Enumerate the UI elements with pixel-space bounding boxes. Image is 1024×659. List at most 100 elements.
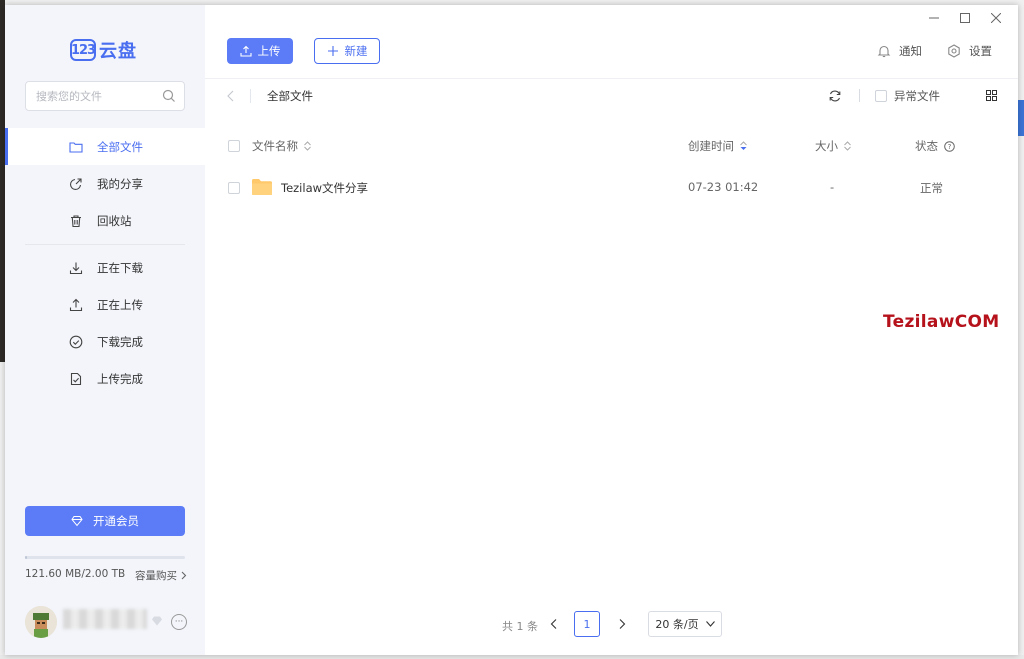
sidebar-item-uploading[interactable]: 正在上传 [5,286,205,323]
upload-button-label: 上传 [257,44,281,58]
sidebar-divider [25,244,185,245]
column-header-label: 文件名称 [252,139,298,153]
chevron-right-icon [181,571,187,580]
sort-icon [844,141,851,151]
folder-icon [69,140,83,154]
column-header-label: 创建时间 [688,139,734,153]
folder-icon [252,178,272,196]
sidebar-nav-transfers: 正在下载 正在上传 下载完成 上传完成 [5,249,205,397]
sidebar-item-downloading[interactable]: 正在下载 [5,249,205,286]
sort-desc-icon [740,141,747,151]
sidebar-item-label: 我的分享 [97,176,143,191]
select-all-checkbox[interactable] [228,140,240,152]
storage-progress-fill [25,556,27,559]
username-redacted [63,609,147,629]
storage-usage-text: 121.60 MB/2.00 TB [25,568,126,580]
sidebar-item-upload-complete[interactable]: 上传完成 [5,360,205,397]
abnormal-files-filter[interactable]: 异常文件 [875,88,940,104]
upload-button[interactable]: 上传 [227,38,293,64]
upload-icon [239,45,252,57]
background-bottom-strip [0,655,1024,659]
gear-icon [947,44,961,58]
buy-storage-link[interactable]: 容量购买 [135,568,187,583]
column-header-created[interactable]: 创建时间 [688,138,747,154]
breadcrumb-divider [250,89,251,103]
chevron-down-icon [705,621,715,627]
search-icon[interactable] [162,89,176,103]
watermark: TezilawCOM [883,312,1000,332]
close-icon[interactable] [989,11,1003,25]
maximize-icon[interactable] [958,11,972,25]
column-header-name[interactable]: 文件名称 [252,138,311,154]
page-size-label: 20 条/页 [655,618,699,631]
chevron-left-icon[interactable] [225,89,237,103]
sort-icon [304,141,311,151]
more-options-icon[interactable]: ··· [171,614,187,630]
vip-button-label: 开通会员 [93,514,139,528]
member-diamond-icon [151,615,163,627]
diamond-icon [71,515,83,527]
notification-label: 通知 [899,44,922,58]
app-logo: 123 云盘 [70,37,137,63]
background-blue-strip [1018,100,1024,136]
sidebar-nav-main: 全部文件 我的分享 回收站 [5,128,205,239]
logo-badge: 123 [70,39,96,61]
new-button-label: 新建 [344,44,368,58]
settings-label: 设置 [969,44,992,58]
refresh-icon[interactable] [828,89,842,103]
notification-button[interactable]: 通知 [877,43,922,59]
sidebar-item-my-shares[interactable]: 我的分享 [5,165,205,202]
abnormal-files-checkbox[interactable] [875,90,887,102]
file-check-icon [69,372,83,386]
page-size-select[interactable]: 20 条/页 [648,611,722,637]
file-created-time: 07-23 01:42 [688,180,759,194]
sidebar-item-label: 上传完成 [97,371,143,386]
toolbar-separator [859,89,860,102]
grid-view-icon[interactable] [986,90,997,101]
sidebar-item-all-files[interactable]: 全部文件 [5,128,205,165]
open-vip-button[interactable]: 开通会员 [25,506,185,536]
chevron-left-icon[interactable] [549,618,559,630]
trash-icon [69,214,83,228]
download-icon [69,261,83,275]
file-status: 正常 [920,181,943,195]
main-panel: 上传 新建 通知 设置 全部文件 异常文件 文件名称 创建时间 大小 状态 ? … [205,5,1018,655]
help-icon[interactable]: ? [944,140,955,152]
column-header-label: 状态 [915,139,938,153]
sidebar-item-label: 下载完成 [97,334,143,349]
chevron-right-icon[interactable] [617,618,627,630]
buy-storage-label: 容量购买 [135,570,177,582]
column-header-status: 状态 ? [915,138,955,154]
settings-button[interactable]: 设置 [947,43,992,59]
file-name[interactable]: Tezilaw文件分享 [281,180,368,196]
svg-text:?: ? [948,143,952,151]
column-header-label: 大小 [815,139,838,153]
row-checkbox[interactable] [228,182,240,194]
search-input[interactable] [34,88,162,104]
storage-progress-bar [25,556,185,559]
breadcrumb[interactable]: 全部文件 [267,88,313,104]
table-row[interactable]: Tezilaw文件分享 07-23 01:42 - 正常 [205,170,1018,206]
sidebar-item-label: 全部文件 [97,139,143,154]
sidebar-item-download-complete[interactable]: 下载完成 [5,323,205,360]
check-circle-icon [69,335,83,349]
toolbar-divider [205,78,1018,79]
sidebar-item-label: 正在下载 [97,260,143,275]
column-header-size[interactable]: 大小 [815,138,851,154]
sidebar-item-recycle-bin[interactable]: 回收站 [5,202,205,239]
sidebar-item-label: 正在上传 [97,297,143,312]
abnormal-files-label: 异常文件 [894,89,940,103]
bell-icon [877,44,891,58]
file-size: - [830,180,835,194]
share-icon [69,177,83,191]
minimize-icon[interactable] [927,11,941,25]
logo-name: 云盘 [99,41,137,62]
avatar[interactable] [25,606,57,638]
pagination-current-page[interactable]: 1 [574,611,600,637]
sidebar-item-label: 回收站 [97,213,132,228]
new-button[interactable]: 新建 [314,38,380,64]
search-box [25,81,185,111]
pagination-total: 共 1 条 [502,620,538,633]
sidebar: 123 云盘 全部文件 我的分享 [5,5,205,655]
plus-icon [327,45,339,57]
